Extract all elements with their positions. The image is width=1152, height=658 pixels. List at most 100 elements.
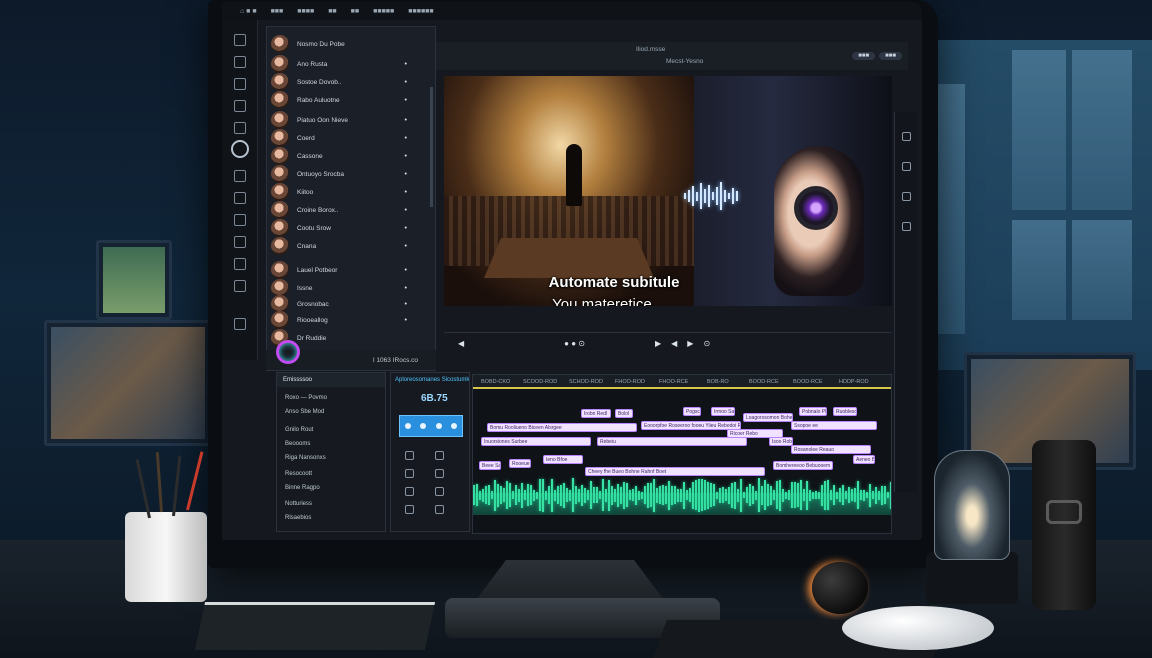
caption-clip[interactable]: Rooeue (509, 459, 531, 468)
effects-tool-icon[interactable] (234, 192, 246, 204)
record-button[interactable] (276, 340, 300, 364)
caption-clip[interactable]: Bolol (615, 409, 633, 418)
tool-icon[interactable] (435, 469, 444, 478)
more-icon[interactable]: • (405, 243, 409, 250)
audio-waveform[interactable] (473, 475, 891, 515)
tool-icon[interactable] (405, 451, 414, 460)
more-icon[interactable]: • (405, 117, 409, 124)
export-tool-icon[interactable] (234, 280, 246, 292)
caption-clip[interactable]: Ruobleso Rornteo Rigu Noe (833, 407, 857, 416)
list-item[interactable]: Rabo Auluotne • (271, 89, 433, 111)
caption-clip[interactable]: Bomhereeoo Bebuooem (773, 461, 833, 470)
link-tool-icon[interactable] (234, 318, 246, 330)
menu-item[interactable]: ■■ (328, 8, 336, 15)
pencil (172, 456, 182, 517)
caption-clip[interactable]: Beee Sau (479, 461, 501, 470)
caption-clip[interactable]: Isoo Robbaces Rinere Rorpoe (769, 437, 793, 446)
more-icon[interactable]: • (405, 317, 409, 324)
marker-buttons[interactable]: ● ● ⊙ (564, 339, 585, 348)
menu-item[interactable]: ■■ (351, 8, 359, 15)
more-icon[interactable]: • (405, 225, 409, 232)
caption-clip[interactable]: Ssopoe ee (791, 421, 877, 430)
caption-clip[interactable]: Irobn Redl (581, 409, 611, 418)
more-icon[interactable]: • (405, 153, 409, 160)
tool-icon[interactable] (405, 505, 414, 514)
audio-tool-icon[interactable] (234, 170, 246, 182)
menu-item[interactable]: ■■■■■■ (408, 8, 433, 15)
caption-clip[interactable]: Pobnalo Pluhre (799, 407, 827, 416)
list-item[interactable]: Cnana • (271, 235, 433, 257)
caption-clip[interactable]: Inuorsiones Surbee (481, 437, 591, 446)
caption-clip[interactable]: Eooorpfoe Roseeroo fooeu Yiieu Rebedoi R… (641, 421, 741, 430)
more-icon[interactable]: • (405, 135, 409, 142)
effects-row[interactable]: Anso Sbe Mod (285, 409, 324, 415)
room-window-pane (1012, 220, 1066, 320)
text-tool-icon[interactable] (234, 122, 246, 134)
waveform-bar (641, 491, 643, 499)
more-icon[interactable]: • (405, 97, 409, 104)
effects-row[interactable]: Roxo — Povmo (285, 395, 327, 401)
trim-tool-icon[interactable] (234, 78, 246, 90)
cut-tool-icon[interactable] (234, 56, 246, 68)
layers-tool-icon[interactable] (234, 236, 246, 248)
caption-clip[interactable]: Rosanolee Reauo (791, 445, 871, 454)
record-tool-icon[interactable] (231, 140, 249, 158)
tool-icon[interactable] (435, 451, 444, 460)
caption-clip[interactable]: Loagorosomon Bohe (743, 413, 793, 422)
effects-row[interactable]: Binne Ragpo (285, 485, 320, 491)
tool-icon[interactable] (435, 487, 444, 496)
loop-button[interactable]: ⊙ (703, 339, 710, 348)
tool-icon[interactable] (405, 469, 414, 478)
waveform-bar (794, 482, 796, 508)
effects-row[interactable]: Rlsaebios (285, 515, 311, 521)
menu-item[interactable]: ⌂ ■ ■ (240, 8, 257, 15)
caption-clip[interactable]: Pogsco Roy (683, 407, 701, 416)
caption-clip[interactable]: Bomu Rooliueno Biceen Alsrgee (487, 423, 637, 432)
tool-icon[interactable] (902, 222, 911, 231)
caption-clip[interactable]: Ieno Bfoe (543, 455, 583, 464)
effects-row[interactable]: Notturiess (285, 501, 312, 507)
more-icon[interactable]: • (405, 301, 409, 308)
caption-clip[interactable]: Aeneo Bonb (853, 455, 875, 464)
effects-row[interactable]: Riga Nansonxs (285, 455, 326, 461)
effects-row[interactable]: Resocoott (285, 471, 312, 477)
tool-icon[interactable] (902, 162, 911, 171)
select-tool-icon[interactable] (234, 34, 246, 46)
previous-frame-button[interactable]: ◀ (671, 339, 677, 348)
step-back-button[interactable]: ◀ (458, 339, 464, 348)
preview-option-button[interactable]: ■■■ (879, 52, 902, 60)
play-button[interactable]: ▶ (655, 339, 661, 348)
menu-item[interactable]: ■■■ (271, 8, 284, 15)
caption-clip[interactable]: Irmoo Sarbe (711, 407, 735, 416)
media-scrollbar[interactable] (430, 87, 433, 207)
subtitle-timeline[interactable]: BOBD-CKO SCOOD-ROD SCHOD-ROD FHOO-ROD FH… (472, 374, 892, 534)
more-icon[interactable]: • (405, 189, 409, 196)
list-item[interactable]: Nosmo Du Pobe (271, 33, 433, 55)
more-icon[interactable]: • (405, 171, 409, 178)
caption-clip[interactable]: Rebeiu (597, 437, 747, 446)
tool-icon[interactable] (902, 192, 911, 201)
tool-icon[interactable] (902, 132, 911, 141)
next-frame-button[interactable]: ▶ (687, 339, 693, 348)
more-icon[interactable]: • (405, 267, 409, 274)
video-preview[interactable]: Automate subitule You materetice. (444, 76, 892, 306)
transition-tool-icon[interactable] (234, 214, 246, 226)
more-icon[interactable]: • (405, 79, 409, 86)
more-icon[interactable]: • (405, 61, 409, 68)
media-name: Piatuo Oon Nieve (297, 116, 348, 124)
selected-style-block[interactable] (399, 415, 463, 437)
preview-option-button[interactable]: ■■■ (852, 52, 876, 60)
color-tool-icon[interactable] (234, 258, 246, 270)
effects-row[interactable]: Gnilo Rout (285, 427, 313, 433)
effects-panel-title: Emissssoo (277, 373, 385, 387)
effects-row[interactable]: Beoooms (285, 441, 310, 447)
tool-icon[interactable] (435, 505, 444, 514)
menu-item[interactable]: ■■■■■ (373, 8, 394, 15)
menu-item[interactable]: ■■■■ (297, 8, 314, 15)
crop-tool-icon[interactable] (234, 100, 246, 112)
more-icon[interactable]: • (405, 207, 409, 214)
tool-icon[interactable] (405, 487, 414, 496)
effects-row-label: Notturiess (285, 501, 313, 507)
more-icon[interactable]: • (405, 285, 409, 292)
timeline-ruler[interactable]: BOBD-CKO SCOOD-ROD SCHOD-ROD FHOO-ROD FH… (473, 375, 891, 389)
